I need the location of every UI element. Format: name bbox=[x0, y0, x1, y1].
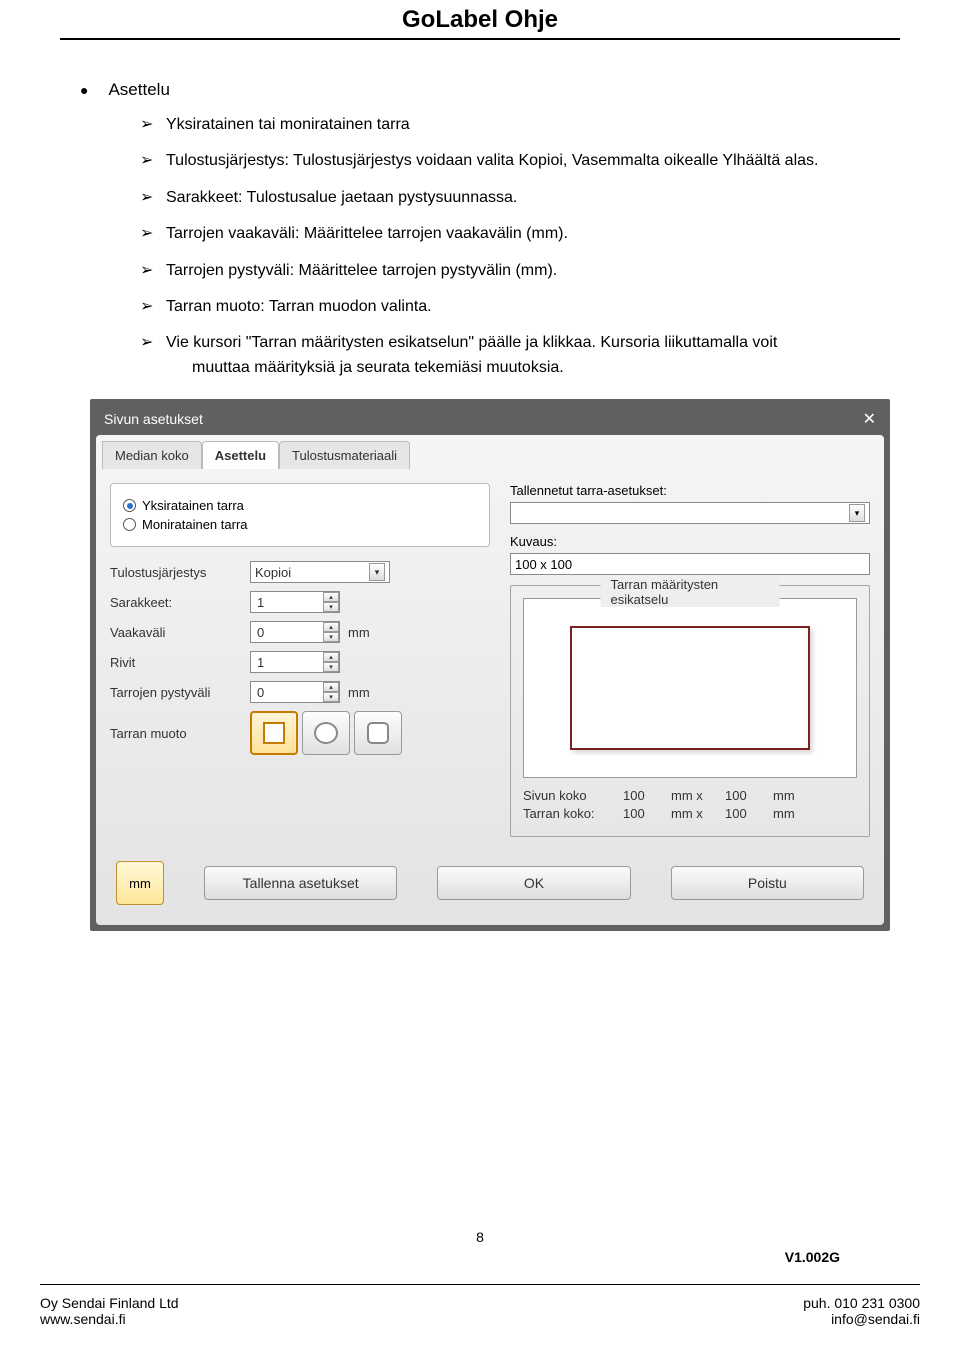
label: Tarran muoto bbox=[110, 726, 250, 741]
company-url: www.sendai.fi bbox=[40, 1311, 179, 1327]
section-heading: ● Asettelu bbox=[80, 80, 910, 100]
shape-oval-button[interactable] bbox=[302, 711, 350, 755]
desc-label: Kuvaus: bbox=[510, 534, 870, 549]
hgap-spinner[interactable]: 0 ▴▾ bbox=[250, 621, 340, 643]
save-settings-button[interactable]: Tallenna asetukset bbox=[204, 866, 397, 900]
vgap-spinner[interactable]: 0 ▴▾ bbox=[250, 681, 340, 703]
bullet-list: Yksiratainen tai moniratainen tarra Tulo… bbox=[140, 114, 910, 379]
spin-value: 0 bbox=[257, 625, 264, 640]
section-label: Asettelu bbox=[108, 80, 169, 100]
dialog-body: Median koko Asettelu Tulostusmateriaali … bbox=[96, 435, 884, 925]
preview-legend: Tarran määritysten esikatselu bbox=[601, 577, 780, 607]
spin-buttons[interactable]: ▴▾ bbox=[323, 652, 339, 672]
size-row-label: Tarran koko: 100 mm x 100 mm bbox=[523, 806, 857, 821]
bullet-item: Yksiratainen tai moniratainen tarra bbox=[140, 114, 910, 136]
company-email: info@sendai.fi bbox=[803, 1311, 920, 1327]
tab-layout[interactable]: Asettelu bbox=[202, 441, 279, 469]
bullet-item: Vie kursori "Tarran määritysten esikatse… bbox=[140, 332, 910, 379]
unit-button[interactable]: mm bbox=[116, 861, 164, 905]
label: Tulostusjärjestys bbox=[110, 565, 250, 580]
bullet-item: Sarakkeet: Tulostusalue jaetaan pystysuu… bbox=[140, 187, 910, 209]
footer-left: Oy Sendai Finland Ltd www.sendai.fi bbox=[40, 1295, 179, 1327]
content: ● Asettelu Yksiratainen tai moniratainen… bbox=[0, 40, 960, 931]
tab-media-size[interactable]: Median koko bbox=[102, 441, 202, 469]
row-rows: Rivit 1 ▴▾ bbox=[110, 651, 490, 673]
dialog-header: Sivun asetukset ✕ bbox=[96, 405, 884, 435]
footer-rule bbox=[40, 1284, 920, 1285]
row-order: Tulostusjärjestys Kopioi ▾ bbox=[110, 561, 490, 583]
preview-canvas[interactable] bbox=[523, 598, 857, 778]
ok-button[interactable]: OK bbox=[437, 866, 630, 900]
size-row-page: Sivun koko 100 mm x 100 mm bbox=[523, 788, 857, 803]
label: Tarrojen pystyväli bbox=[110, 685, 250, 700]
radio-group: Yksiratainen tarra Moniratainen tarra bbox=[110, 483, 490, 547]
radio-single[interactable]: Yksiratainen tarra bbox=[123, 498, 477, 513]
dialog-title: Sivun asetukset bbox=[104, 411, 203, 427]
unit-label: mm bbox=[348, 685, 370, 700]
saved-label: Tallennetut tarra-asetukset: bbox=[510, 483, 870, 498]
spin-value: 0 bbox=[257, 685, 264, 700]
unit-label: mm bbox=[348, 625, 370, 640]
row-shape: Tarran muoto bbox=[110, 711, 490, 755]
radio-icon bbox=[123, 499, 136, 512]
rows-spinner[interactable]: 1 ▴▾ bbox=[250, 651, 340, 673]
dropdown-value: Kopioi bbox=[255, 565, 291, 580]
dialog-screenshot: Sivun asetukset ✕ Median koko Asettelu T… bbox=[90, 399, 890, 931]
footer-right: puh. 010 231 0300 info@sendai.fi bbox=[803, 1295, 920, 1327]
label: Vaakaväli bbox=[110, 625, 250, 640]
radio-label: Yksiratainen tarra bbox=[142, 498, 244, 513]
label: Rivit bbox=[110, 655, 250, 670]
preview-fieldset: Tarran määritysten esikatselu Sivun koko… bbox=[510, 585, 870, 837]
left-column: Yksiratainen tarra Moniratainen tarra Tu… bbox=[110, 483, 490, 837]
chevron-down-icon: ▾ bbox=[849, 504, 865, 522]
shape-square-button[interactable] bbox=[250, 711, 298, 755]
row-hgap: Vaakaväli 0 ▴▾ mm bbox=[110, 621, 490, 643]
spin-buttons[interactable]: ▴▾ bbox=[323, 592, 339, 612]
label-rectangle bbox=[570, 626, 809, 751]
bullet-text: Vie kursori "Tarran määritysten esikatse… bbox=[166, 334, 777, 351]
columns-spinner[interactable]: 1 ▴▾ bbox=[250, 591, 340, 613]
panel: Yksiratainen tarra Moniratainen tarra Tu… bbox=[96, 469, 884, 845]
saved-dropdown[interactable]: ▾ bbox=[510, 502, 870, 524]
chevron-down-icon: ▾ bbox=[369, 563, 385, 581]
dialog: Sivun asetukset ✕ Median koko Asettelu T… bbox=[90, 399, 890, 931]
company-name: Oy Sendai Finland Ltd bbox=[40, 1295, 179, 1311]
desc-val: 100 x 100 bbox=[515, 557, 572, 572]
page-number: 8 bbox=[476, 1229, 484, 1245]
desc-field[interactable]: 100 x 100 bbox=[510, 553, 870, 575]
shape-rounded-button[interactable] bbox=[354, 711, 402, 755]
row-columns: Sarakkeet: 1 ▴▾ bbox=[110, 591, 490, 613]
bullet-item: Tarrojen vaakaväli: Määrittelee tarrojen… bbox=[140, 223, 910, 245]
company-phone: puh. 010 231 0300 bbox=[803, 1295, 920, 1311]
bullet-item: Tarrojen pystyväli: Määrittelee tarrojen… bbox=[140, 260, 910, 282]
label: Sarakkeet: bbox=[110, 595, 250, 610]
footer: Oy Sendai Finland Ltd www.sendai.fi puh.… bbox=[40, 1295, 920, 1327]
spin-value: 1 bbox=[257, 655, 264, 670]
exit-button[interactable]: Poistu bbox=[671, 866, 864, 900]
radio-icon bbox=[123, 518, 136, 531]
radio-multi[interactable]: Moniratainen tarra bbox=[123, 517, 477, 532]
tab-material[interactable]: Tulostusmateriaali bbox=[279, 441, 410, 469]
row-vgap: Tarrojen pystyväli 0 ▴▾ mm bbox=[110, 681, 490, 703]
spin-buttons[interactable]: ▴▾ bbox=[323, 682, 339, 702]
order-dropdown[interactable]: Kopioi ▾ bbox=[250, 561, 390, 583]
page-title: GoLabel Ohje bbox=[0, 0, 960, 34]
shape-buttons bbox=[250, 711, 402, 755]
right-column: Tallennetut tarra-asetukset: ▾ Kuvaus: 1… bbox=[510, 483, 870, 837]
version: V1.002G bbox=[785, 1249, 840, 1265]
bullet-item: Tulostusjärjestys: Tulostusjärjestys voi… bbox=[140, 150, 910, 172]
disc-icon: ● bbox=[80, 82, 88, 98]
bullet-item: Tarran muoto: Tarran muodon valinta. bbox=[140, 296, 910, 318]
radio-label: Moniratainen tarra bbox=[142, 517, 248, 532]
spin-value: 1 bbox=[257, 595, 264, 610]
bullet-sub: muuttaa määrityksiä ja seurata tekemiäsi… bbox=[192, 357, 910, 379]
tabs: Median koko Asettelu Tulostusmateriaali bbox=[96, 435, 884, 469]
close-icon[interactable]: ✕ bbox=[863, 409, 876, 429]
spin-buttons[interactable]: ▴▾ bbox=[323, 622, 339, 642]
button-bar: mm Tallenna asetukset OK Poistu bbox=[96, 845, 884, 925]
